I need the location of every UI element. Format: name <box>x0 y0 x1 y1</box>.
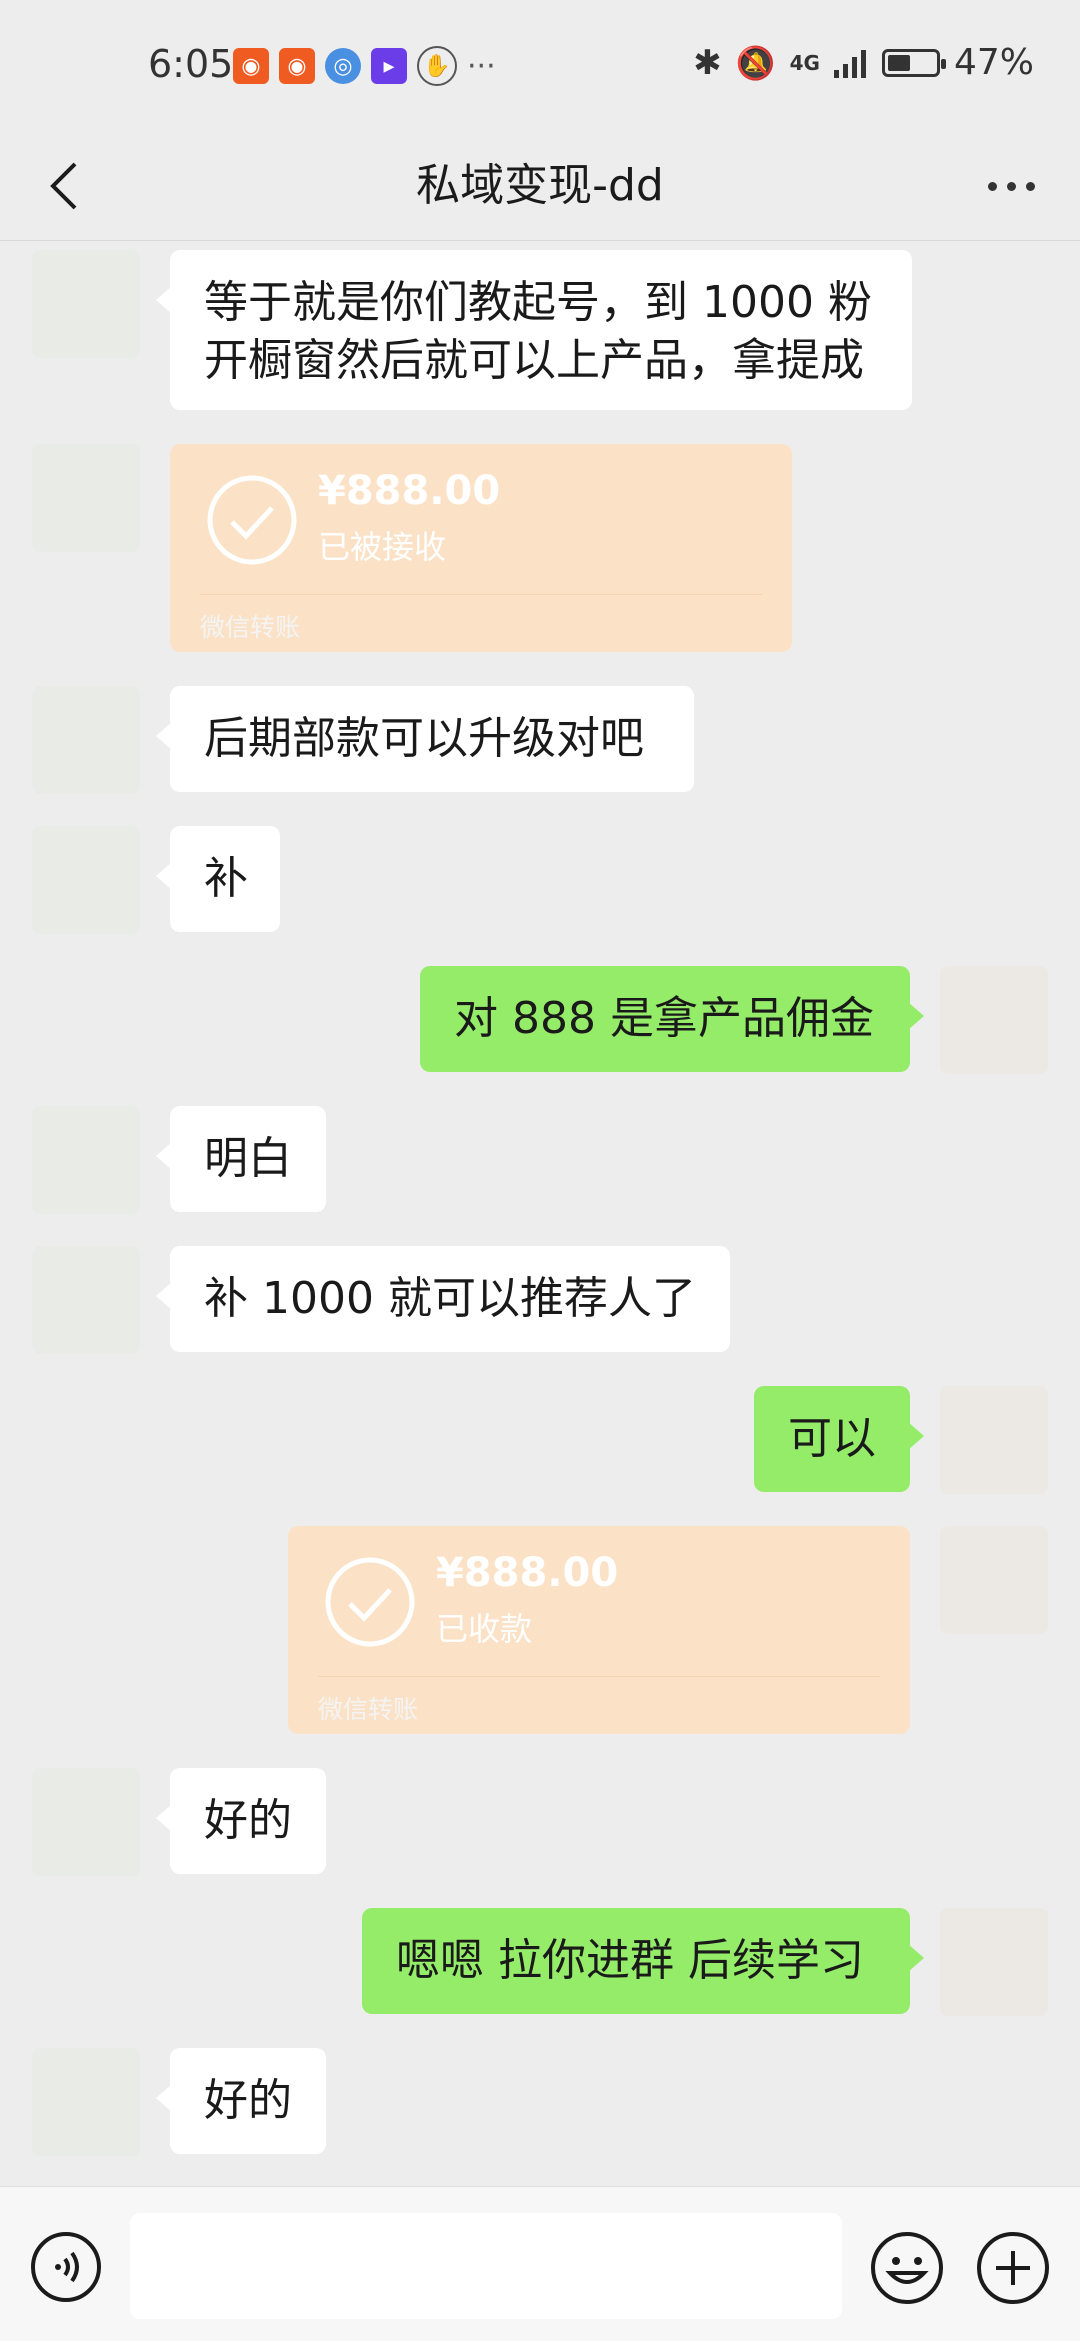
signal-icon <box>833 49 866 78</box>
transfer-status: 已被接收 <box>318 528 447 566</box>
contact-avatar[interactable] <box>32 444 140 552</box>
check-circle-icon <box>325 1557 415 1647</box>
message-bubble-incoming[interactable]: 补 <box>156 826 280 932</box>
divider <box>318 1676 880 1677</box>
message-text-line: 等于就是你们教起号，到 1000 粉 <box>204 277 872 328</box>
more-dot <box>1006 181 1016 191</box>
status-bar: 6:05 ◉ ◉ ◎ ▸ ✋ ··· ✱ 🔕 4G 47% <box>0 0 1080 132</box>
chat-header: 私域变现-dd <box>0 132 1080 241</box>
input-bar <box>0 2186 1080 2341</box>
more-button[interactable] <box>976 152 1046 220</box>
message-text: 补 <box>204 853 248 904</box>
status-time: 6:05 <box>148 42 234 86</box>
message-text: 好的 <box>204 2075 292 2126</box>
hand-icon: ✋ <box>417 46 457 86</box>
message-text: 好的 <box>204 1795 292 1846</box>
battery-icon <box>881 48 946 77</box>
transfer-label: 微信转账 <box>318 1695 419 1724</box>
check-circle-icon <box>207 475 297 565</box>
contact-avatar[interactable] <box>32 2048 140 2156</box>
transfer-amount: ¥888.00 <box>436 1550 619 1596</box>
my-avatar[interactable] <box>940 1908 1048 2016</box>
browser-icon: ◎ <box>325 48 361 84</box>
my-avatar[interactable] <box>940 966 1048 1074</box>
message-bubble-outgoing[interactable]: 嗯嗯 拉你进群 后续学习 <box>362 1908 924 2014</box>
transfer-card[interactable]: ¥888.00 已收款 微信转账 <box>288 1526 910 1734</box>
status-right: ✱ 🔕 4G 47% <box>693 42 1034 83</box>
transfer-status: 已收款 <box>436 1610 533 1648</box>
plus-icon[interactable] <box>976 2231 1050 2305</box>
message-text: 嗯嗯 拉你进群 后续学习 <box>396 1935 864 1986</box>
kuaishou-icon: ◉ <box>233 48 269 84</box>
transfer-label: 微信转账 <box>200 613 301 642</box>
my-avatar[interactable] <box>940 1386 1048 1494</box>
message-bubble-outgoing[interactable]: 可以 <box>754 1386 924 1492</box>
transfer-amount: ¥888.00 <box>318 468 501 514</box>
message-bubble-incoming[interactable]: 明白 <box>156 1106 326 1212</box>
chat-title: 私域变现-dd <box>416 160 664 211</box>
contact-avatar[interactable] <box>32 1246 140 1354</box>
my-avatar[interactable] <box>940 1526 1048 1634</box>
message-text: 可以 <box>788 1413 876 1464</box>
message-text: 明白 <box>204 1133 292 1184</box>
voice-icon[interactable] <box>30 2231 102 2303</box>
message-bubble-incoming[interactable]: 等于就是你们教起号，到 1000 粉 开橱窗然后就可以上产品，拿提成 <box>156 250 912 410</box>
transfer-card[interactable]: ¥888.00 已被接收 微信转账 <box>170 444 792 652</box>
bluetooth-icon: ✱ <box>693 42 722 83</box>
message-bubble-incoming[interactable]: 好的 <box>156 2048 326 2154</box>
contact-avatar[interactable] <box>32 250 140 358</box>
notification-icons: ◉ ◉ ◎ ▸ ✋ ··· <box>233 46 496 86</box>
message-text-line: 开橱窗然后就可以上产品，拿提成 <box>204 335 864 386</box>
app-icon: ▸ <box>371 48 407 84</box>
contact-avatar[interactable] <box>32 826 140 934</box>
divider <box>200 594 762 595</box>
message-text: 对 888 是拿产品佣金 <box>454 993 874 1044</box>
message-bubble-outgoing[interactable]: 对 888 是拿产品佣金 <box>420 966 924 1072</box>
emoji-icon[interactable] <box>870 2231 944 2305</box>
message-bubble-incoming[interactable]: 后期部款可以升级对吧 <box>156 686 694 792</box>
more-notifications-icon: ··· <box>467 48 496 84</box>
message-bubble-incoming[interactable]: 好的 <box>156 1768 326 1874</box>
contact-avatar[interactable] <box>32 686 140 794</box>
message-text: 后期部款可以升级对吧 <box>204 713 644 764</box>
contact-avatar[interactable] <box>32 1106 140 1214</box>
mute-icon: 🔕 <box>735 43 776 82</box>
message-input[interactable] <box>130 2213 842 2319</box>
more-dots-icon <box>987 181 997 191</box>
kuaishou-icon: ◉ <box>279 48 315 84</box>
battery-fill <box>887 54 910 71</box>
message-text: 补 1000 就可以推荐人了 <box>204 1273 696 1324</box>
contact-avatar[interactable] <box>32 1768 140 1876</box>
more-dot <box>1025 181 1035 191</box>
message-bubble-incoming[interactable]: 补 1000 就可以推荐人了 <box>156 1246 730 1352</box>
battery-percent: 47% <box>953 42 1034 83</box>
network-label: 4G <box>789 50 820 75</box>
